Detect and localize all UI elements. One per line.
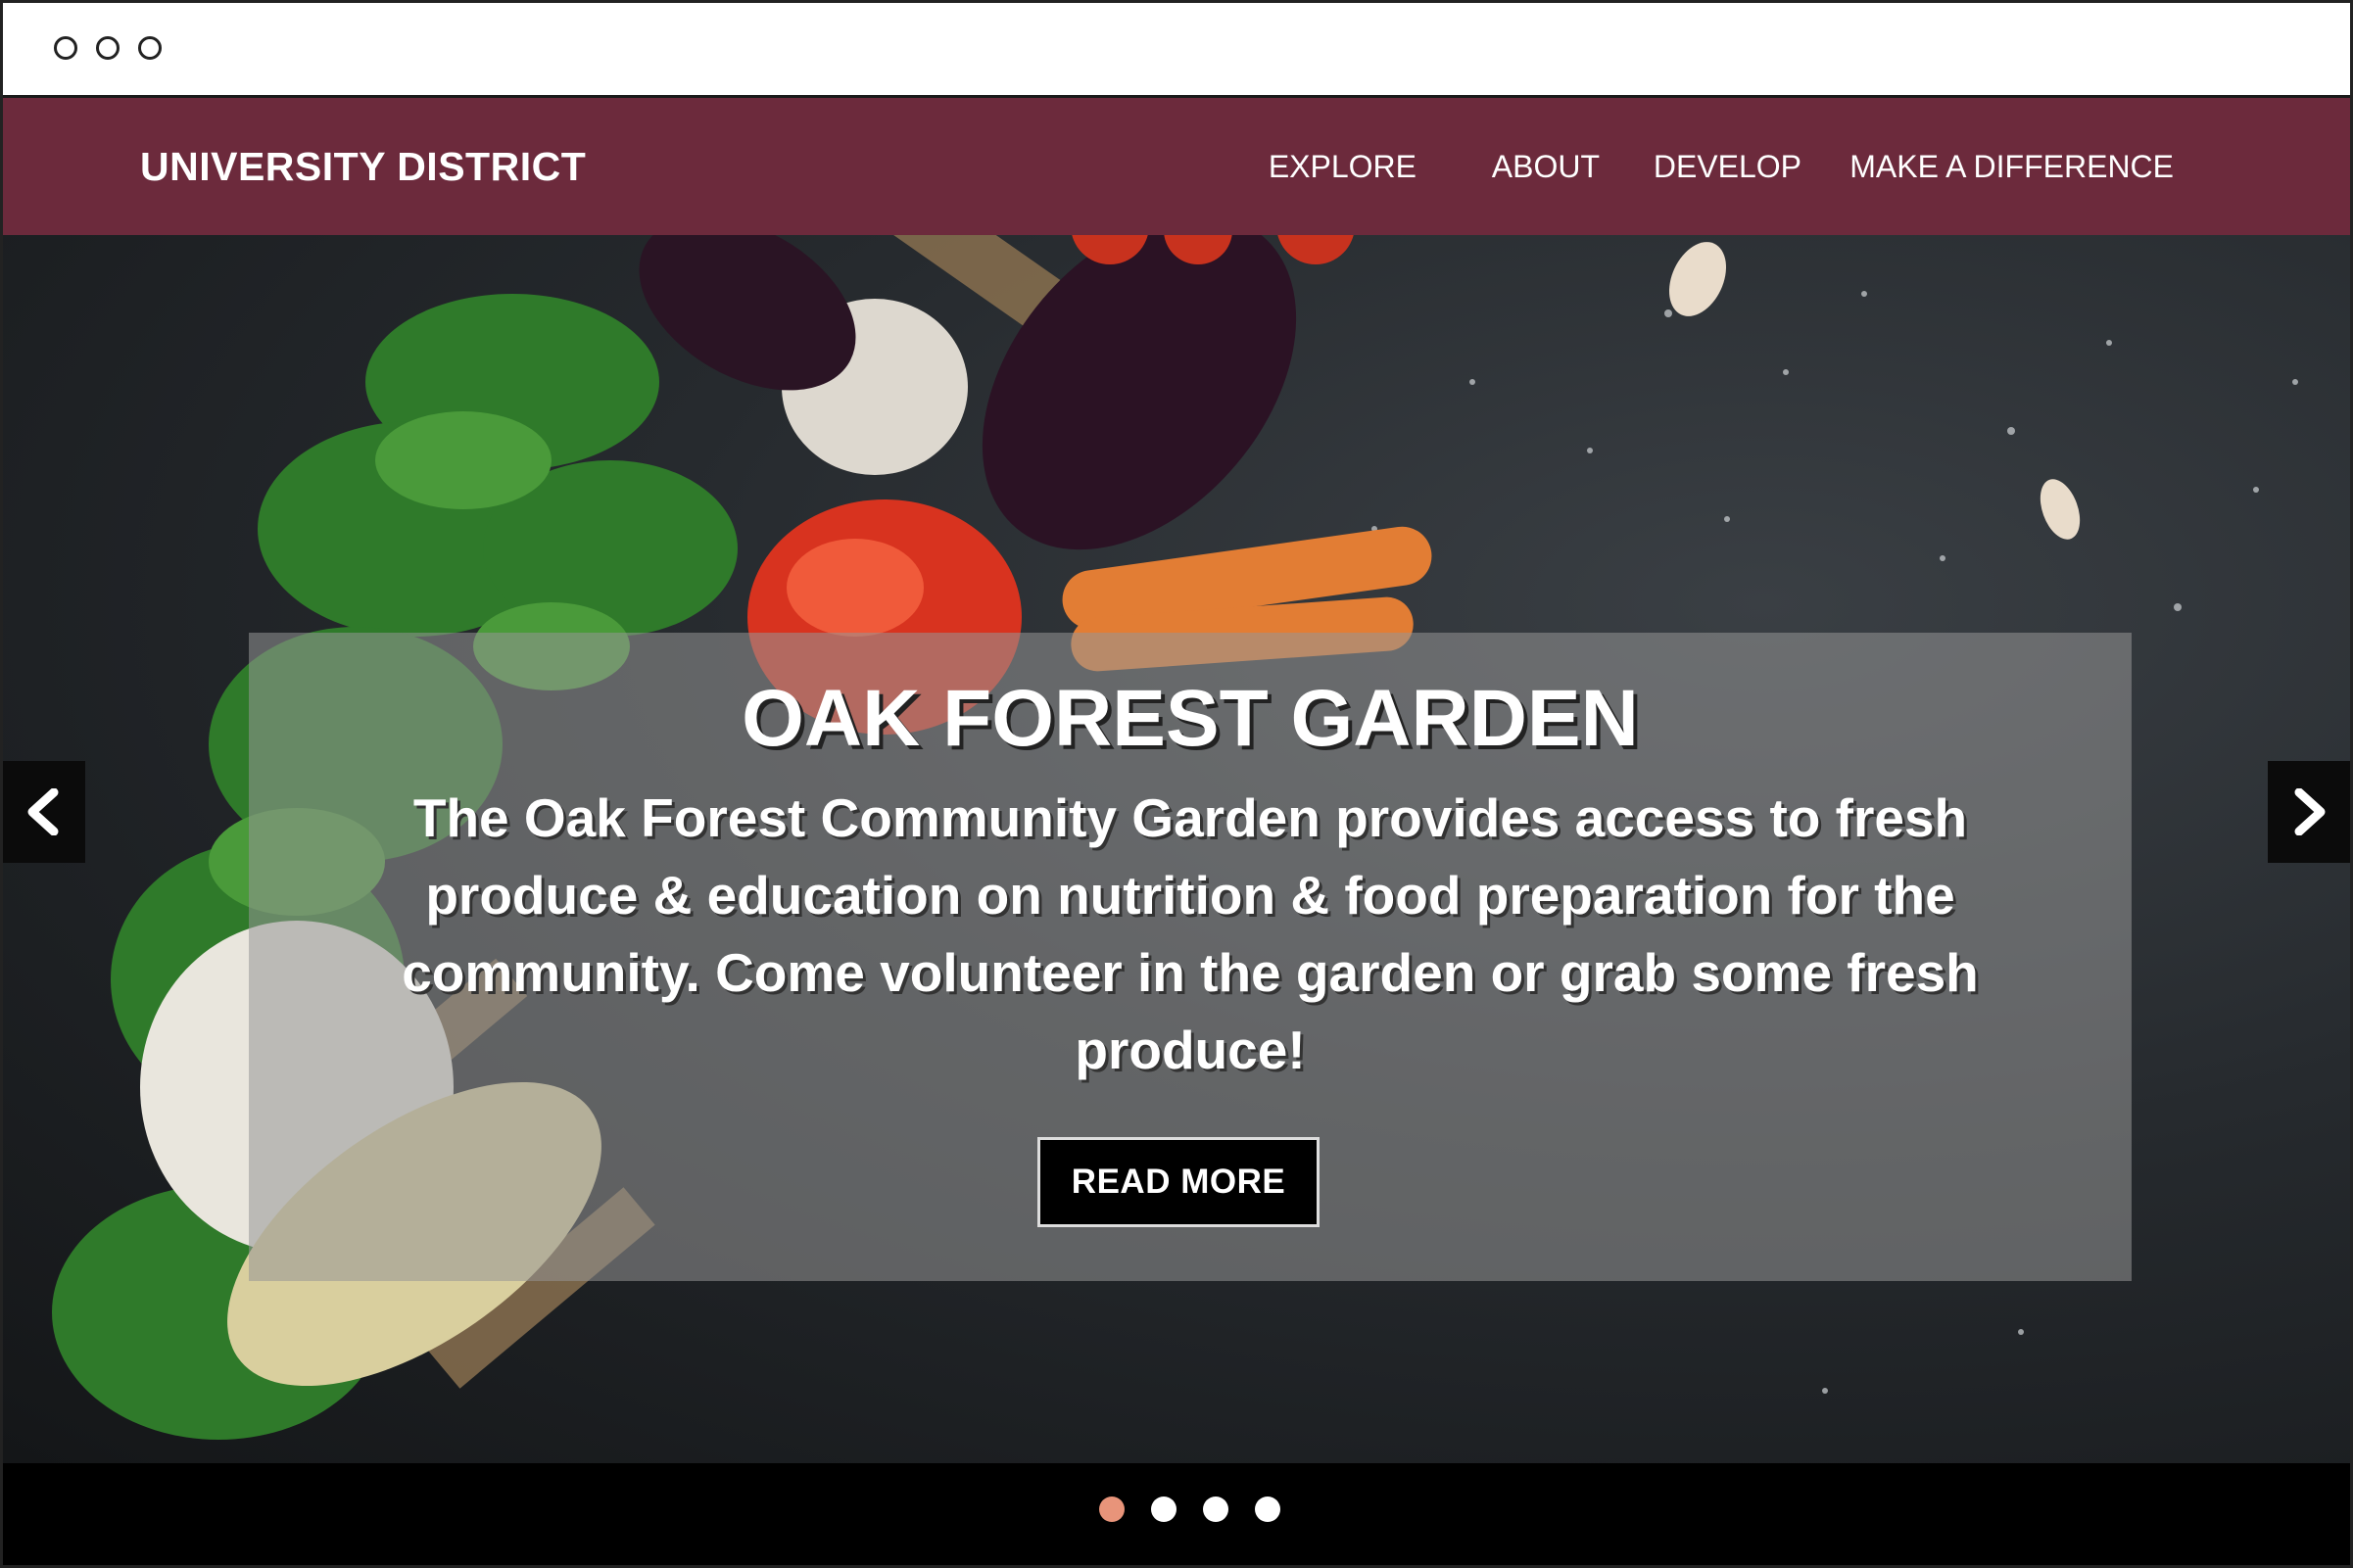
carousel-indicators <box>3 1463 2350 1565</box>
nav-item-develop[interactable]: DEVELOP <box>1654 98 1801 235</box>
site-brand[interactable]: UNIVERSITY DISTRICT <box>140 98 586 235</box>
carousel-indicator-4[interactable] <box>1255 1497 1280 1522</box>
hero-description: The Oak Forest Community Garden provides… <box>402 787 1979 1080</box>
window-maximize-dot[interactable] <box>138 36 162 60</box>
carousel-indicator-1[interactable] <box>1099 1497 1125 1522</box>
chevron-right-icon <box>2294 788 2326 835</box>
browser-chrome <box>3 3 2350 98</box>
carousel-indicator-3[interactable] <box>1203 1497 1228 1522</box>
carousel-prev-button[interactable] <box>3 761 85 863</box>
hero-title: OAK FOREST GARDEN <box>742 674 1639 763</box>
nav-item-about[interactable]: ABOUT <box>1492 98 1600 235</box>
hero-carousel: OAK FOREST GARDEN The Oak Forest Communi… <box>3 235 2350 1463</box>
window-minimize-dot[interactable] <box>96 36 120 60</box>
chevron-left-icon <box>27 788 59 835</box>
window-close-dot[interactable] <box>54 36 77 60</box>
carousel-indicator-2[interactable] <box>1151 1497 1176 1522</box>
carousel-next-button[interactable] <box>2268 761 2350 863</box>
browser-window: UNIVERSITY DISTRICT EXPLORE ABOUT DEVELO… <box>0 0 2353 1568</box>
nav-item-explore[interactable]: EXPLORE <box>1269 98 1417 235</box>
site-navbar: UNIVERSITY DISTRICT EXPLORE ABOUT DEVELO… <box>3 98 2350 235</box>
hero-caption: OAK FOREST GARDEN The Oak Forest Communi… <box>249 633 2132 1281</box>
read-more-button[interactable]: READ MORE <box>1037 1137 1320 1227</box>
nav-item-make-a-difference[interactable]: MAKE A DIFFERENCE <box>1849 98 2174 235</box>
